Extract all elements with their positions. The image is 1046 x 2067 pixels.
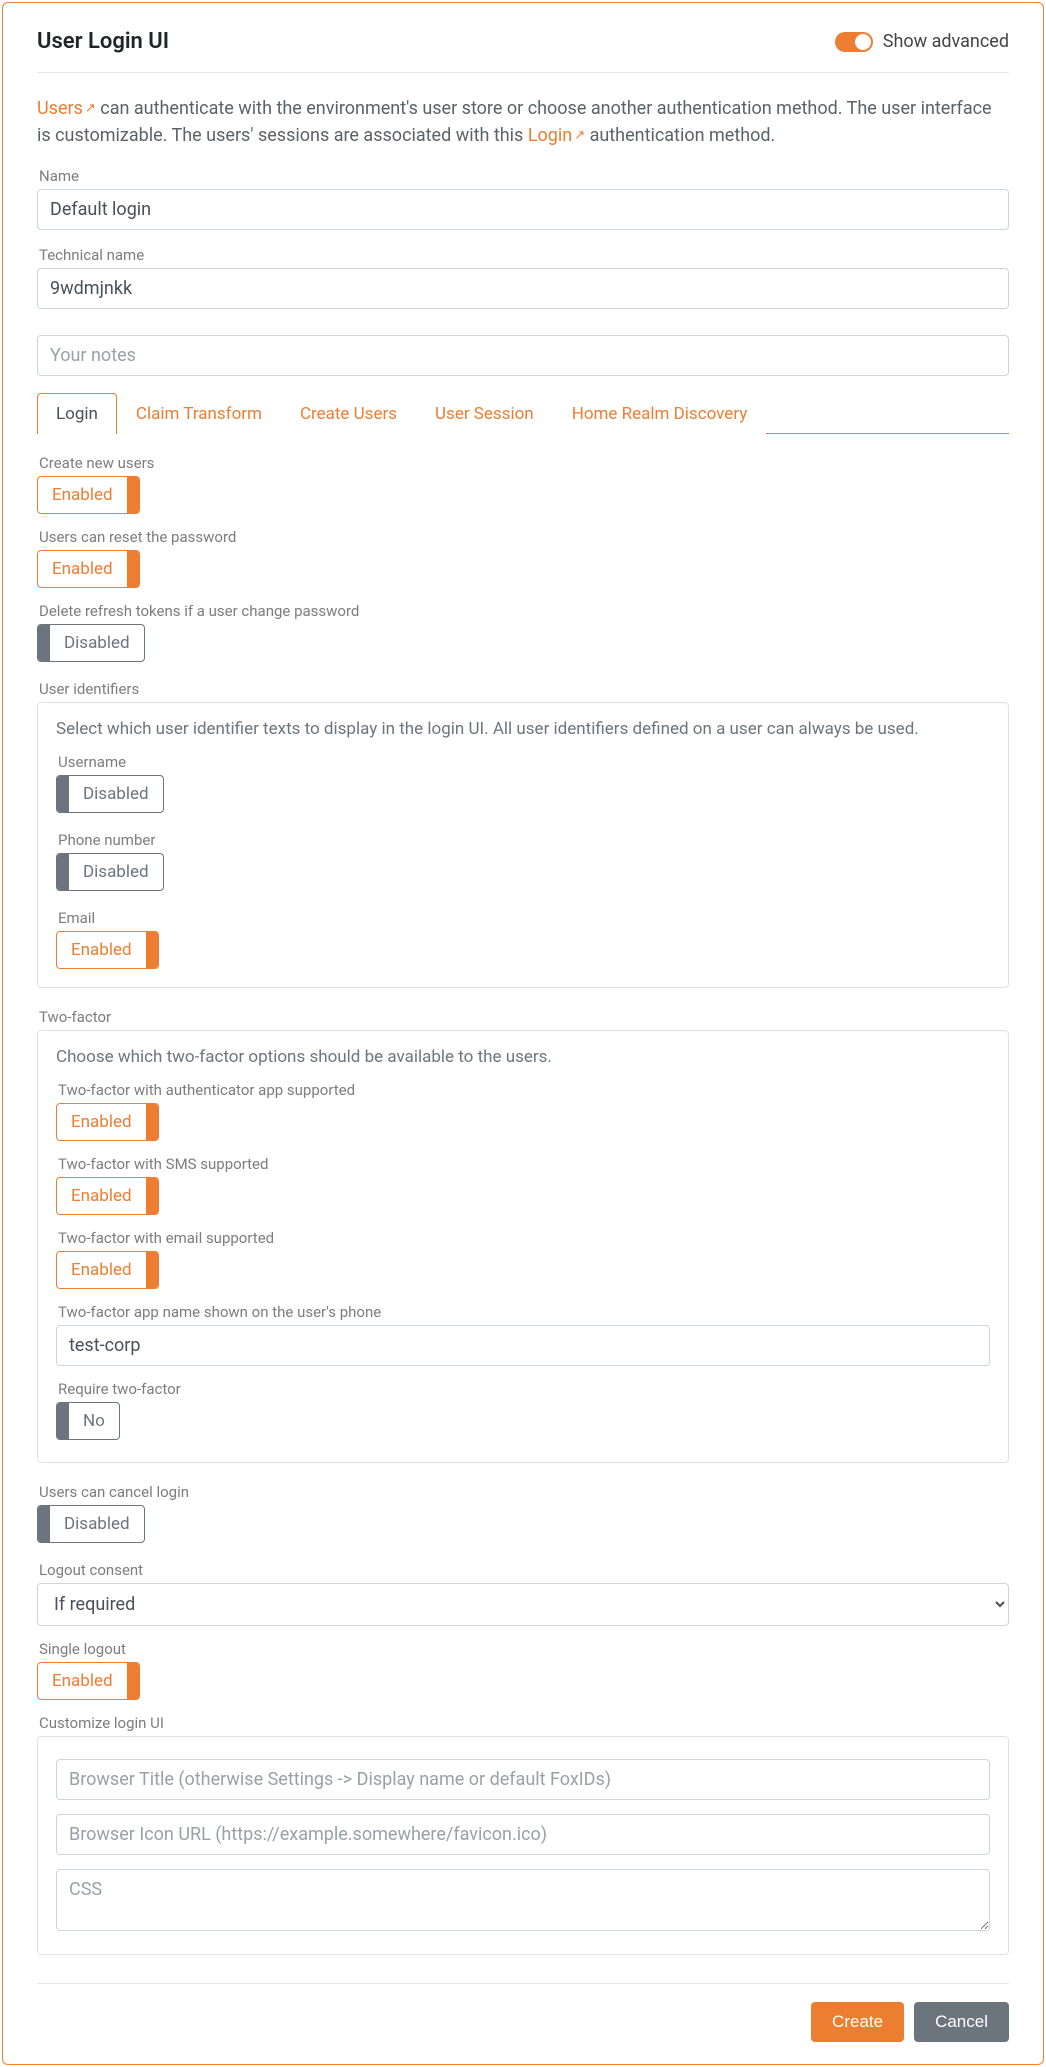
- tfa-app-name-input[interactable]: [56, 1325, 990, 1366]
- create-users-toggle[interactable]: Enabled: [37, 476, 140, 514]
- two-factor-desc: Choose which two-factor options should b…: [56, 1047, 990, 1067]
- browser-icon-input[interactable]: [56, 1814, 990, 1855]
- header-separator: [37, 72, 1009, 73]
- user-login-panel: User Login UI Show advanced Users↗ can a…: [2, 2, 1044, 2065]
- external-link-icon: ↗: [574, 128, 585, 143]
- css-input[interactable]: [56, 1869, 990, 1931]
- name-field: Name: [37, 167, 1009, 230]
- username-label: Username: [58, 753, 990, 771]
- delete-tokens-toggle[interactable]: Disabled: [37, 624, 145, 662]
- tab-hrd[interactable]: Home Realm Discovery: [553, 393, 767, 434]
- logout-consent-select[interactable]: If required: [37, 1583, 1009, 1626]
- show-advanced-label: Show advanced: [883, 31, 1009, 52]
- delete-tokens-label: Delete refresh tokens if a user change p…: [39, 602, 1009, 620]
- cancel-login-label: Users can cancel login: [39, 1483, 1009, 1501]
- name-label: Name: [39, 167, 1009, 185]
- tfa-email-label: Two-factor with email supported: [58, 1229, 990, 1247]
- technical-name-input[interactable]: [37, 268, 1009, 309]
- intro-text: Users↗ can authenticate with the environ…: [37, 95, 1009, 149]
- tfa-sms-toggle[interactable]: Enabled: [56, 1177, 159, 1215]
- browser-title-input[interactable]: [56, 1759, 990, 1800]
- show-advanced-wrap: Show advanced: [835, 31, 1009, 52]
- two-factor-group: Choose which two-factor options should b…: [37, 1030, 1009, 1463]
- users-link[interactable]: Users↗: [37, 98, 96, 119]
- tfa-sms-label: Two-factor with SMS supported: [58, 1155, 990, 1173]
- phone-label: Phone number: [58, 831, 990, 849]
- logout-consent-label: Logout consent: [39, 1561, 1009, 1579]
- user-identifiers-group: Select which user identifier texts to di…: [37, 702, 1009, 988]
- show-advanced-toggle[interactable]: [835, 32, 873, 52]
- tfa-app-toggle[interactable]: Enabled: [56, 1103, 159, 1141]
- tab-bar: Login Claim Transform Create Users User …: [37, 392, 1009, 434]
- tab-login[interactable]: Login: [37, 393, 117, 434]
- reset-pw-label: Users can reset the password: [39, 528, 1009, 546]
- notes-field: [37, 335, 1009, 376]
- username-toggle[interactable]: Disabled: [56, 775, 164, 813]
- tfa-require-toggle[interactable]: No: [56, 1402, 120, 1440]
- name-input[interactable]: [37, 189, 1009, 230]
- customize-label: Customize login UI: [39, 1714, 1009, 1732]
- cancel-button[interactable]: Cancel: [914, 2002, 1009, 2042]
- single-logout-toggle[interactable]: Enabled: [37, 1662, 140, 1700]
- technical-name-field: Technical name: [37, 246, 1009, 309]
- email-id-toggle[interactable]: Enabled: [56, 931, 159, 969]
- tab-user-session[interactable]: User Session: [416, 393, 553, 434]
- external-link-icon: ↗: [85, 101, 96, 116]
- tfa-app-name-label: Two-factor app name shown on the user's …: [58, 1303, 990, 1321]
- user-identifiers-label: User identifiers: [39, 680, 1009, 698]
- notes-input[interactable]: [37, 335, 1009, 376]
- tfa-require-label: Require two-factor: [58, 1380, 990, 1398]
- single-logout-label: Single logout: [39, 1640, 1009, 1658]
- technical-name-label: Technical name: [39, 246, 1009, 264]
- two-factor-label: Two-factor: [39, 1008, 1009, 1026]
- create-users-label: Create new users: [39, 454, 1009, 472]
- create-button[interactable]: Create: [811, 2002, 904, 2042]
- tfa-email-toggle[interactable]: Enabled: [56, 1251, 159, 1289]
- tab-create-users[interactable]: Create Users: [281, 393, 416, 434]
- tab-claim-transform[interactable]: Claim Transform: [117, 393, 281, 434]
- panel-footer: Create Cancel: [37, 1983, 1009, 2042]
- login-tab-content: Create new users Enabled Users can reset…: [37, 454, 1009, 1955]
- cancel-login-toggle[interactable]: Disabled: [37, 1505, 145, 1543]
- login-link[interactable]: Login↗: [528, 125, 585, 146]
- user-identifiers-desc: Select which user identifier texts to di…: [56, 719, 990, 739]
- phone-toggle[interactable]: Disabled: [56, 853, 164, 891]
- tfa-app-label: Two-factor with authenticator app suppor…: [58, 1081, 990, 1099]
- panel-header: User Login UI Show advanced: [37, 29, 1009, 54]
- page-title: User Login UI: [37, 29, 169, 54]
- customize-group: [37, 1736, 1009, 1955]
- reset-pw-toggle[interactable]: Enabled: [37, 550, 140, 588]
- email-id-label: Email: [58, 909, 990, 927]
